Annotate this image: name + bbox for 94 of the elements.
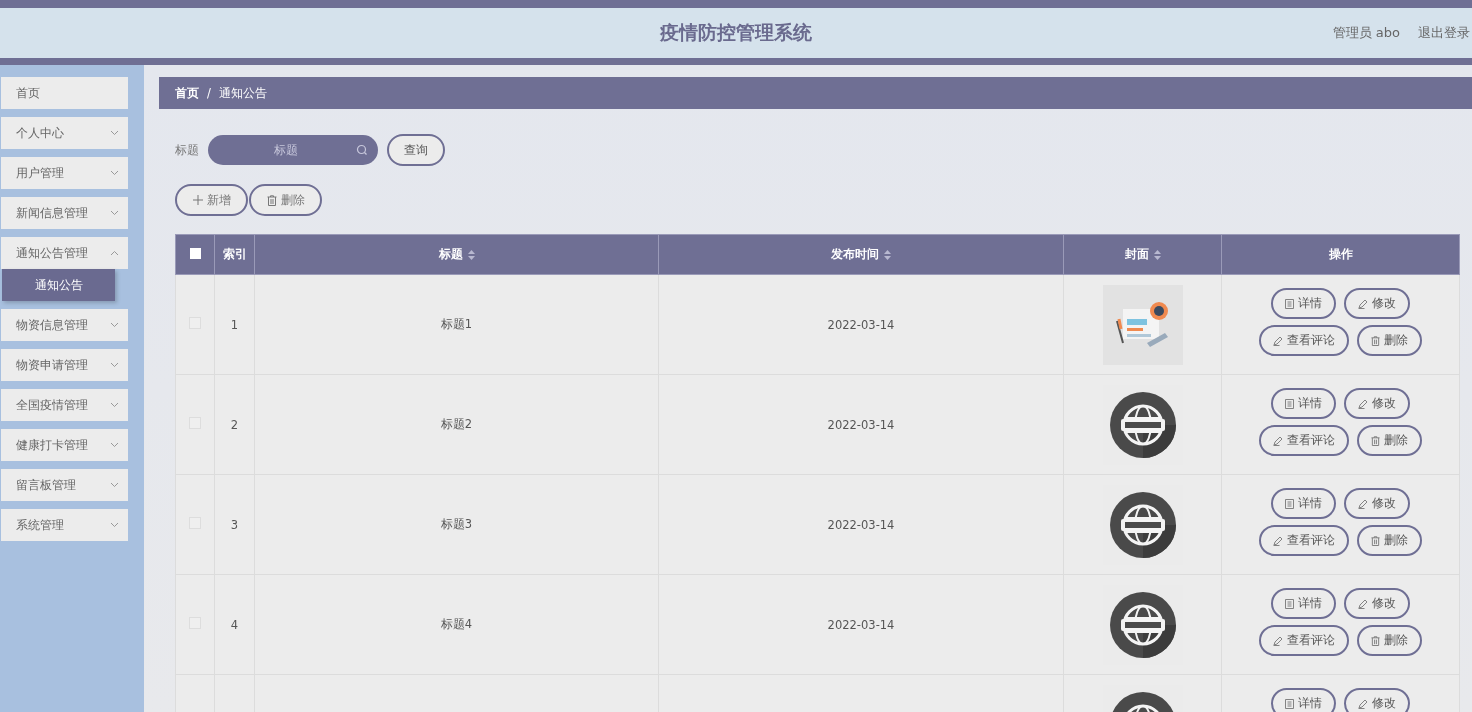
trash-icon <box>266 194 277 206</box>
index-cell: 3 <box>230 517 239 532</box>
page-title: 疫情防控管理系统 <box>660 20 812 45</box>
trash-icon <box>1371 535 1380 546</box>
action-button[interactable]: 删除 <box>1357 325 1422 356</box>
menu-label: 个人中心 <box>16 125 64 141</box>
plus-icon <box>192 195 203 205</box>
sort-icon[interactable] <box>884 249 891 260</box>
title-cell: 标题2 <box>440 417 473 431</box>
title-cell: 标题1 <box>440 317 473 331</box>
pencil-icon <box>1358 398 1368 409</box>
trash-icon <box>1371 635 1380 646</box>
document-icon <box>1285 398 1294 409</box>
submenu-item[interactable]: 通知公告 <box>2 269 115 301</box>
action-button[interactable]: 修改 <box>1344 688 1410 712</box>
menu-label: 系统管理 <box>16 517 64 533</box>
sidebar-item[interactable]: 通知公告管理 <box>1 237 128 269</box>
select-all-checkbox[interactable] <box>189 247 201 259</box>
toolbar-button[interactable]: 删除 <box>249 184 322 216</box>
pencil-icon <box>1358 498 1368 509</box>
action-button[interactable]: 查看评论 <box>1259 325 1349 356</box>
trash-icon <box>1371 335 1380 346</box>
menu-label: 用户管理 <box>16 165 64 181</box>
document-icon <box>1285 698 1294 709</box>
search-icon <box>356 144 368 156</box>
pencil-icon <box>1358 298 1368 309</box>
pencil-icon <box>1273 535 1283 546</box>
pencil-icon <box>1273 435 1283 446</box>
date-cell: 2022-03-14 <box>827 517 895 532</box>
trash-icon <box>1371 435 1380 446</box>
column-header: 标题 <box>438 247 463 262</box>
date-cell: 2022-03-14 <box>827 317 895 332</box>
sidebar-item[interactable]: 用户管理 <box>1 157 128 189</box>
document-icon <box>1285 498 1294 509</box>
sort-icon[interactable] <box>1153 249 1161 260</box>
pencil-icon <box>1358 598 1368 609</box>
menu-label: 留言板管理 <box>16 477 76 493</box>
action-button[interactable]: 详情 <box>1271 288 1336 319</box>
user-name: 管理员 abo <box>1332 24 1400 42</box>
sidebar-item[interactable]: 系统管理 <box>1 509 128 541</box>
action-button[interactable]: 详情 <box>1271 388 1336 419</box>
breadcrumb-item[interactable]: 通知公告 <box>218 85 267 101</box>
column-header: 发布时间 <box>831 247 879 262</box>
search-label: 标题 <box>175 142 199 158</box>
logout-link[interactable]: 退出登录 <box>1418 24 1470 42</box>
pencil-icon <box>1273 635 1283 646</box>
title-cell: 标题3 <box>440 517 473 531</box>
action-button[interactable]: 删除 <box>1357 425 1422 456</box>
menu-label: 全国疫情管理 <box>16 397 88 413</box>
pencil-icon <box>1358 698 1368 709</box>
document-icon <box>1285 298 1294 309</box>
toolbar-button[interactable]: 新增 <box>175 184 248 216</box>
date-cell: 2022-03-14 <box>827 417 895 432</box>
search-field[interactable]: 标题 <box>208 135 378 165</box>
column-header: 操作 <box>1328 247 1353 262</box>
sidebar-item[interactable]: 健康打卡管理 <box>1 429 128 461</box>
menu-label: 首页 <box>16 85 40 101</box>
action-button[interactable]: 查看评论 <box>1259 525 1349 556</box>
sidebar-item[interactable]: 个人中心 <box>1 117 128 149</box>
menu-label: 物资信息管理 <box>16 317 88 333</box>
menu-label: 物资申请管理 <box>16 357 88 373</box>
action-button[interactable]: 删除 <box>1357 625 1422 656</box>
date-cell: 2022-03-14 <box>827 617 895 632</box>
index-cell: 2 <box>230 417 239 432</box>
query-button[interactable]: 查询 <box>387 134 445 166</box>
menu-label: 新闻信息管理 <box>16 205 88 221</box>
document-icon <box>1285 598 1294 609</box>
action-button[interactable]: 修改 <box>1344 488 1410 519</box>
action-button[interactable]: 查看评论 <box>1259 625 1349 656</box>
action-button[interactable]: 修改 <box>1344 588 1410 619</box>
sidebar-item[interactable]: 新闻信息管理 <box>1 197 128 229</box>
sidebar-item[interactable]: 全国疫情管理 <box>1 389 128 421</box>
action-button[interactable]: 详情 <box>1271 488 1336 519</box>
pencil-icon <box>1273 335 1283 346</box>
action-button[interactable]: 修改 <box>1344 388 1410 419</box>
sidebar-item[interactable]: 首页 <box>1 77 128 109</box>
index-cell: 4 <box>230 617 239 632</box>
column-header: 索引 <box>222 247 247 262</box>
index-cell: 1 <box>230 317 239 332</box>
sidebar-item[interactable]: 物资申请管理 <box>1 349 128 381</box>
breadcrumb-separator: / <box>207 86 211 100</box>
sidebar-item[interactable]: 留言板管理 <box>1 469 128 501</box>
column-header: 封面 <box>1124 247 1149 262</box>
sort-icon[interactable] <box>467 249 475 260</box>
menu-label: 通知公告管理 <box>16 245 88 261</box>
action-button[interactable]: 查看评论 <box>1259 425 1349 456</box>
breadcrumb-item[interactable]: 首页 <box>175 85 199 101</box>
sidebar-item[interactable]: 物资信息管理 <box>1 309 128 341</box>
action-button[interactable]: 删除 <box>1357 525 1422 556</box>
action-button[interactable]: 修改 <box>1344 288 1410 319</box>
title-cell: 标题4 <box>440 617 473 631</box>
menu-label: 健康打卡管理 <box>16 437 88 453</box>
action-button[interactable]: 详情 <box>1271 588 1336 619</box>
action-button[interactable]: 详情 <box>1271 688 1336 712</box>
